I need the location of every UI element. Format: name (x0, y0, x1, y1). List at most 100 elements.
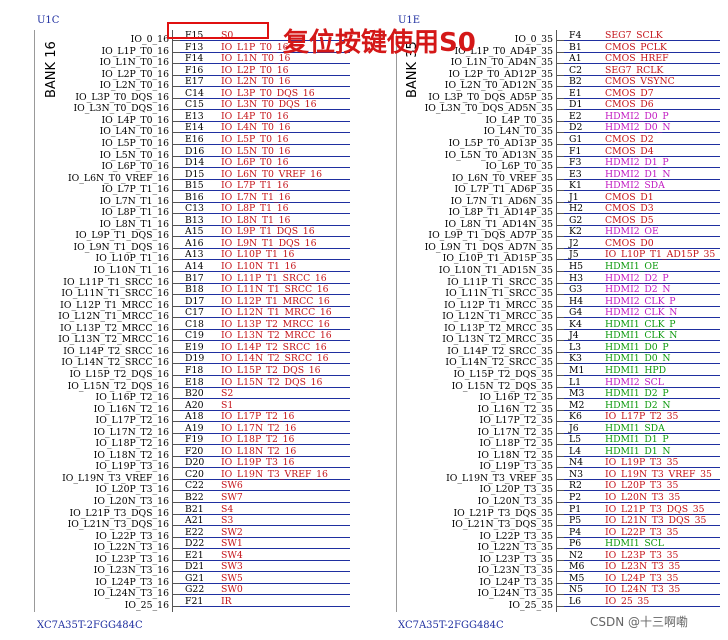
pin-stub (172, 455, 180, 457)
pin-name: IO_L20P_T3_16 (95, 484, 169, 496)
pin-stub (556, 259, 564, 261)
pin-name: IO_L16N_T2_16 (93, 403, 169, 415)
net-label: HDMI1_D2_P (605, 388, 669, 400)
pin-name: IO_L22N_T3_35 (477, 542, 553, 554)
pin-name: IO_L4N_T0_35 (483, 126, 553, 138)
pin-name: IO_L8N_T1_16 (99, 218, 169, 230)
pin-name: IO_L6P_T0_35 (485, 161, 553, 173)
pin-name: IO_L15N_T2_DQS_35 (451, 380, 553, 392)
net-label: IO_L3P_T0_DQS_16 (221, 87, 315, 99)
net-label: SEG7_RCLK (605, 64, 664, 76)
left-bank-label: BANK 16 (44, 41, 59, 98)
pin-stub (172, 63, 180, 65)
pin-stub (556, 190, 564, 192)
net-wire (180, 502, 350, 503)
net-label: IO_L5N_T0_16 (221, 145, 291, 157)
pin-name: IO_L3P_T0_DQS_AD5P_35 (428, 91, 553, 103)
net-label: HDMI2_CLK_P (605, 295, 676, 307)
net-label: IO_L19N_T3_VREF_35 (605, 468, 712, 480)
pin-name: IO_L9P_T1_DQS_16 (75, 230, 169, 242)
net-label: SW6 (221, 480, 243, 492)
pin-name: IO_L7P_T1_16 (101, 184, 169, 196)
net-label: HDMI1_D1_P (605, 434, 669, 446)
pin-name: IO_L21N_T3_DQS_35 (451, 519, 553, 531)
net-label: IO_L21N_T3_DQS_35 (605, 515, 707, 527)
pin-name: IO_L12P_T1_MRCC_35 (444, 299, 553, 311)
pin-name: IO_L11P_T1_SRCC_35 (447, 276, 553, 288)
pin-stub (556, 305, 564, 307)
net-label: IO_L23P_T3_35 (605, 549, 679, 561)
net-wire (180, 398, 350, 400)
pin-name: IO_L6N_T0_VREF_35 (451, 172, 553, 184)
pin-stub (172, 571, 180, 573)
net-label: IO_L11P_T1_SRCC_16 (221, 272, 327, 284)
watermark: CSDN @十三啊嘞 (590, 615, 689, 629)
net-label: IO_L19N_T3_VREF_16 (221, 468, 328, 480)
net-label: IO_L1N_T0_16 (221, 53, 291, 65)
net-label: SEG7_SCLK (605, 30, 663, 41)
pin-name: IO_L2P_T0_AD12P_35 (448, 68, 553, 80)
net-label: SW4 (221, 549, 243, 561)
pin-stub (556, 40, 564, 41)
pin-name: IO_L10P_T1_16 (95, 253, 169, 265)
net-label: HDMI1_D2_N (605, 399, 671, 411)
pin-name: IO_L17P_T2_16 (95, 415, 169, 427)
pin-name: IO_L18N_T2_16 (93, 449, 169, 461)
pin-stub (172, 478, 180, 480)
pin-stub (172, 213, 180, 215)
pin-name: IO_L8P_T1_AD14P_35 (448, 207, 553, 219)
pin-stub (172, 386, 180, 388)
pin-stub (172, 201, 180, 203)
pin-name: IO_L19P_T3_35 (479, 461, 553, 473)
net-wire (180, 559, 350, 561)
pin-stub (556, 478, 564, 480)
net-label: IO_L17P_T2_16 (221, 411, 295, 423)
pin-name: IO_L12N_T1_MRCC_35 (442, 311, 553, 323)
pin-name: IO_L9P_T1_DQS_AD7P_35 (428, 230, 553, 242)
pin-name: IO_L4P_T0_35 (485, 114, 553, 126)
net-wire (180, 490, 350, 492)
pin-stub (172, 328, 180, 330)
net-label: IO_L2N_T0_16 (221, 76, 291, 88)
pin-name: IO_L13P_T2_MRCC_16 (60, 322, 169, 334)
pin-name: IO_L16P_T2_16 (95, 392, 169, 404)
net-label: IO_L17P_T2_35 (605, 411, 679, 423)
pin-name: IO_L11N_T1_SRCC_35 (445, 288, 553, 300)
pin-name: IO_L7N_T1_16 (99, 195, 169, 207)
pin-stub (556, 120, 564, 122)
pin-name: IO_L20N_T3_35 (477, 496, 553, 507)
pin-stub (556, 386, 564, 388)
pin-stub (556, 513, 564, 515)
pin-stub (556, 317, 564, 319)
net-label: IO_L13N_T2_MRCC_16 (221, 330, 332, 342)
pin-name: IO_L21P_T3_DQS_35 (453, 507, 553, 519)
pin-name: IO_L19N_T3_VREF_35 (446, 472, 553, 484)
net-wire (180, 548, 350, 550)
pin-name: IO_L11P_T1_SRCC_16 (63, 276, 169, 288)
pin-stub (172, 605, 180, 607)
net-label: HDMI2_D0_P (605, 110, 669, 122)
pin-stub (172, 86, 180, 88)
pin-stub (556, 502, 564, 503)
pin-name: IO_L4N_T0_16 (99, 126, 169, 138)
pin-name: IO_L13N_T2_MRCC_35 (442, 334, 553, 346)
pin-stub (172, 294, 180, 296)
pin-name: IO_0_35 (514, 34, 553, 45)
net-label: HDMI2_D1_N (605, 168, 671, 180)
net-label: HDMI2_D1_P (605, 157, 669, 169)
pin-stub (556, 605, 564, 607)
pin-name: IO_L3N_T0_DQS_16 (73, 103, 169, 115)
net-label: IR (221, 595, 232, 607)
pin-name: IO_L16N_T2_35 (477, 403, 553, 415)
pin-stub (556, 247, 564, 249)
pin-name: IO_L14P_T2_SRCC_35 (447, 345, 553, 357)
pin-name: IO_L12N_T1_MRCC_16 (58, 311, 169, 323)
pin-name: IO_L20P_T3_35 (479, 484, 553, 496)
pin-stub (556, 525, 564, 527)
net-label: IO_L12P_T1_MRCC_16 (221, 295, 330, 307)
pin-stub (172, 224, 180, 226)
pin-stub (172, 398, 180, 400)
pin-stub (556, 409, 564, 411)
pin-name: IO_L24N_T3_35 (477, 588, 553, 600)
pin-name: IO_L10P_T1_AD15P_35 (442, 253, 553, 265)
